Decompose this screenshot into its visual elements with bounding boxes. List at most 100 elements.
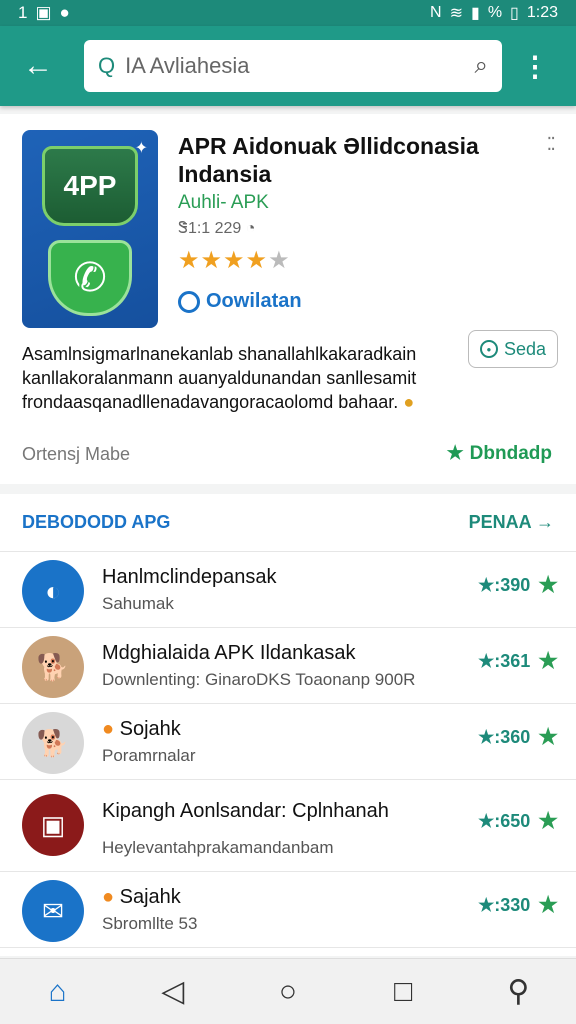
list-item-title-text: Sojahk — [119, 718, 181, 740]
app-detail-card: 4PP ✆ ✦ APR Aidonuak Əllidconasia Indans… — [0, 114, 576, 484]
sparkle-icon: ✦ — [134, 140, 148, 157]
favorite-star-icon[interactable]: ★ — [538, 572, 558, 598]
see-more-link[interactable]: PENAA → — [469, 512, 554, 533]
app-subtitle[interactable]: Auhli- APK — [178, 192, 269, 214]
drag-dots-icon[interactable]: ⁚⁚ — [547, 134, 557, 155]
favorite-star-icon[interactable]: ★ — [538, 724, 558, 750]
favorite-star-icon[interactable]: ★ — [538, 808, 558, 834]
related-apps-list: ◐ Hanlmclindepansak Sahumak ★:390 ★ 🐕 Mdghiala… — [0, 552, 576, 948]
battery-icon: ▯ — [510, 5, 519, 22]
back-arrow-icon[interactable]: ← — [14, 42, 62, 90]
app-icon[interactable]: 4PP ✆ ✦ — [22, 130, 158, 328]
info-icon: ◔ — [245, 220, 256, 237]
star-filled-icon: ★ — [200, 247, 224, 274]
more-vert-icon[interactable]: ⋮ — [520, 42, 550, 90]
search-input[interactable]: IA Avliahesia — [125, 53, 464, 79]
signal-icon: ▮ — [471, 5, 480, 22]
see-button-label: Seda — [503, 338, 547, 359]
list-item-rating: ★:360 ★ — [478, 724, 558, 750]
star-filled-icon: ★ — [223, 247, 246, 274]
star-filled-icon: ★ — [178, 247, 201, 274]
account-icon[interactable]: ⚲ — [488, 967, 548, 1017]
status-bar: 1 ▣ ● N ≋ ▮ % ▯ 1:23 — [0, 0, 576, 26]
list-item-title-text: Sajahk — [119, 886, 181, 908]
app-avatar-icon: 🐕 — [22, 636, 84, 698]
star-rating: ★★★★★ — [178, 246, 291, 275]
app-meta: Ꮥ1:1 229 ◔ — [178, 220, 255, 238]
dot-circle-icon: ● — [479, 340, 498, 358]
whatsapp-icon: ✆ — [48, 240, 132, 316]
app-description-text: Asamlnsigmarlnanekanlab shanallahlkakara… — [22, 344, 417, 412]
developer-label: Ortensj Mabe — [22, 444, 131, 464]
emoji-icon: ● — [403, 392, 415, 412]
list-item[interactable]: 🐕 Mdghialaida APK Ildankasak Downlenting: … — [0, 628, 576, 704]
app-avatar-icon: ◐ — [22, 560, 84, 622]
list-item-rating-value: ★:650 — [478, 810, 531, 831]
list-item-subtitle: Sbromllte 53 — [102, 914, 198, 933]
download-label: Oowilatan — [206, 290, 302, 312]
home-icon[interactable]: ⌂ — [28, 967, 88, 1017]
list-item[interactable]: ◐ Hanlmclindepansak Sahumak ★:390 ★ — [0, 552, 576, 628]
list-item-subtitle: Heylevantahprakamandanbam — [102, 838, 334, 857]
list-item-title: Mdghialaida APK Ildankasak — [102, 642, 356, 665]
rate-link-label: Dbndadp — [469, 442, 552, 464]
favorite-star-icon[interactable]: ★ — [538, 648, 558, 674]
rate-link[interactable]: ★ Dbndadp — [447, 442, 552, 465]
list-item-rating: ★:390 ★ — [478, 572, 558, 598]
list-item-rating-value: ★:360 — [478, 726, 531, 747]
list-item[interactable]: ✉ ● Sajahk Sbromllte 53 ★:330 ★ — [0, 872, 576, 948]
list-item[interactable]: 🐕 ● Sojahk Poramrnalar ★:360 ★ — [0, 704, 576, 780]
list-item-title: ● Sojahk — [102, 718, 181, 741]
search-bar[interactable]: Q IA Avliahesia ⌕ — [84, 40, 502, 92]
app-avatar-icon: 🐕 — [22, 712, 84, 774]
message-icon: ● — [59, 3, 70, 22]
favorite-star-icon[interactable]: ★ — [538, 892, 558, 918]
search-lead-label: Q — [98, 53, 116, 78]
list-item[interactable]: ▣ Kipangh Aonlsandar: Cplnhanah Heylevanta… — [0, 780, 576, 872]
list-item-rating: ★:650 ★ — [478, 808, 558, 834]
app-avatar-icon: ▣ — [22, 794, 84, 856]
back-triangle-icon[interactable]: ◁ — [143, 967, 203, 1017]
recents-square-icon[interactable]: □ — [373, 967, 433, 1017]
list-item-rating-value: ★:390 — [478, 574, 531, 595]
list-item-title-text: Mdghialaida APK Ildankasak — [102, 642, 356, 664]
star-filled-icon: ★ — [245, 247, 269, 274]
app-title: APR Aidonuak Əllidconasia Indansia — [178, 133, 479, 187]
badge-icon: ● — [102, 886, 120, 908]
app-avatar-icon: ✉ — [22, 880, 84, 942]
app-bar: ← Q IA Avliahesia ⌕ ⋮ — [0, 26, 576, 106]
bottom-nav-bar: ⌂ ◁ ○ □ ⚲ — [0, 958, 576, 1024]
section-title: DEBODODD APG — [22, 512, 171, 532]
list-item-rating-value: ★:330 — [478, 894, 531, 915]
badge-icon: ● — [102, 718, 120, 740]
list-item-subtitle: Sahumak — [102, 594, 174, 613]
battery-label: % — [487, 4, 503, 21]
list-item-title: ● Sajahk — [102, 886, 181, 909]
status-left-text: 1 — [18, 3, 28, 22]
list-item-title-text: Hanlmclindepansak — [102, 566, 277, 588]
related-apps-header: DEBODODD APG PENAA → — [0, 494, 576, 552]
list-item-title: Kipangh Aonlsandar: Cplnhanah — [102, 800, 389, 823]
app-meta-text: Ꮥ1:1 229 — [178, 220, 242, 237]
download-circle-icon — [178, 290, 200, 313]
nfc-icon: N — [430, 4, 442, 21]
list-item-rating: ★:361 ★ — [478, 648, 558, 674]
star-empty-icon: ★ — [268, 247, 291, 274]
see-button[interactable]: ● Seda — [468, 330, 558, 368]
search-icon[interactable]: ⌕ — [475, 52, 488, 80]
list-item-rating-value: ★:361 — [478, 650, 531, 671]
list-item-subtitle: Poramrnalar — [102, 746, 196, 765]
list-item-title: Hanlmclindepansak — [102, 566, 277, 589]
list-item-subtitle: Downlenting: GinaroDKS Toaonanp 900R — [102, 670, 416, 689]
download-link[interactable]: Oowilatan — [178, 290, 302, 313]
app-description: Asamlnsigmarlnanekanlab shanallahlkakara… — [22, 342, 462, 414]
app-icon-badge: 4PP — [42, 146, 138, 226]
star-icon: ★ — [446, 443, 464, 464]
list-item-title-text: Kipangh Aonlsandar: Cplnhanah — [102, 800, 389, 822]
clock: 1:23 — [526, 4, 558, 21]
home-circle-icon[interactable]: ○ — [258, 967, 318, 1017]
list-item-rating: ★:330 ★ — [478, 892, 558, 918]
notification-icon: ▣ — [35, 3, 52, 22]
wifi-icon: ≋ — [449, 5, 463, 22]
related-apps-section: DEBODODD APG PENAA → ◐ Hanlmclindepansak S… — [0, 494, 576, 956]
